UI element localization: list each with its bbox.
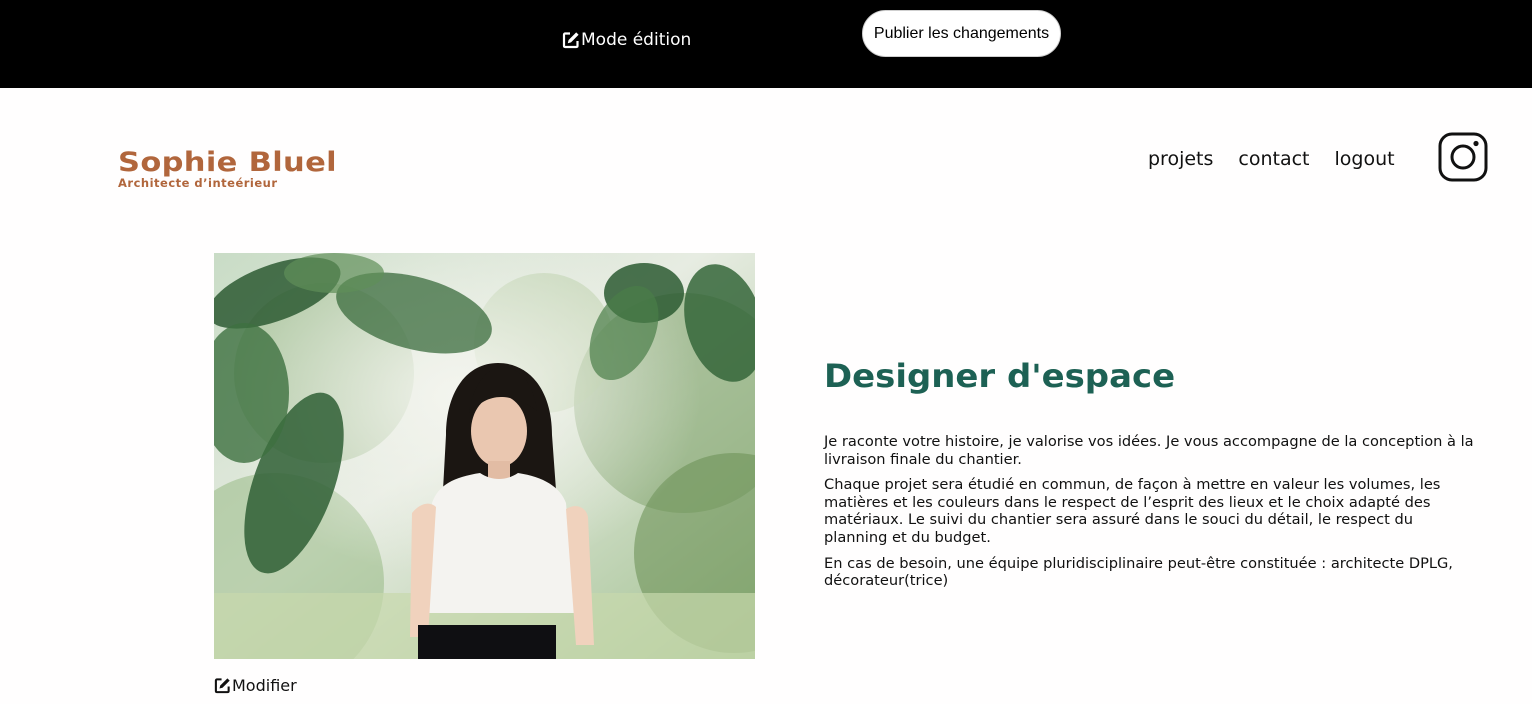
edit-icon [562, 31, 580, 49]
nav-link-logout[interactable]: logout [1335, 147, 1395, 171]
nav-link-contact[interactable]: contact [1238, 147, 1309, 171]
nav-link-projets[interactable]: projets [1148, 147, 1213, 171]
portrait-photo [214, 253, 755, 659]
modify-label: Modifier [232, 675, 297, 695]
publish-changes-button[interactable]: Publier les changements [862, 10, 1061, 57]
edit-icon [214, 677, 231, 694]
introduction-paragraph: Je raconte votre histoire, je valorise v… [824, 433, 1474, 468]
introduction-text: Je raconte votre histoire, je valorise v… [824, 433, 1474, 598]
introduction-title: Designer d'espace [824, 357, 1176, 395]
modify-photo-button[interactable]: Modifier [214, 674, 297, 696]
introduction-paragraph: En cas de besoin, une équipe pluridiscip… [824, 554, 1453, 590]
edit-mode-indicator: Mode édition [562, 28, 691, 52]
main-nav: projets contact logout [1148, 147, 1395, 171]
introduction-paragraph: Chaque projet sera étudié en commun, de … [824, 476, 1441, 546]
instagram-icon[interactable] [1438, 132, 1488, 182]
edit-mode-label: Mode édition [581, 30, 692, 50]
site-subtitle: Architecte d’inteérieur [118, 176, 278, 190]
edition-mode-bar: Mode édition Publier les changements [0, 0, 1532, 88]
